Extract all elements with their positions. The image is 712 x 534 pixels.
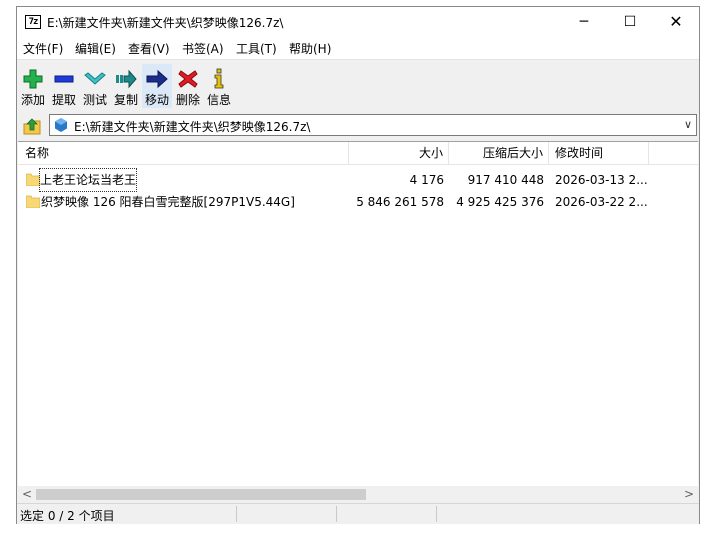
list-header: 名称 大小 压缩后大小 修改时间	[18, 142, 698, 165]
path-text: E:\新建文件夹\新建文件夹\织梦映像126.7z\	[74, 120, 311, 134]
horizontal-scrollbar[interactable]: < >	[18, 486, 698, 503]
menu-view[interactable]: 查看(V)	[128, 40, 170, 57]
window-title: E:\新建文件夹\新建文件夹\织梦映像126.7z\	[47, 16, 284, 30]
archive-icon	[55, 118, 67, 132]
column-modified-header[interactable]: 修改时间	[549, 142, 649, 164]
add-button[interactable]: 添加	[18, 64, 48, 108]
row-name: 上老王论坛当老王	[38, 168, 138, 192]
delete-label: 删除	[175, 93, 200, 107]
scroll-thumb[interactable]	[36, 489, 366, 500]
selection-status: 选定 0 / 2 个项目	[20, 509, 115, 523]
table-row[interactable]: 织梦映像 126 阳春白雪完整版[297P1V5.44G] 5 846 261 …	[18, 191, 698, 213]
row-modified: 2026-03-22 2...	[555, 195, 648, 209]
menu-tools[interactable]: 工具(T)	[236, 40, 277, 57]
menu-file[interactable]: 文件(F)	[23, 40, 63, 57]
row-size: 5 846 261 578	[356, 195, 444, 209]
test-label: 测试	[82, 93, 107, 107]
info-icon	[214, 68, 224, 89]
status-divider	[436, 506, 437, 522]
add-icon	[23, 69, 43, 89]
app-window: 7z E:\新建文件夹\新建文件夹\织梦映像126.7z\ ─ ☐ ✕ 文件(F…	[16, 6, 700, 524]
delete-icon	[178, 70, 198, 88]
row-name: 织梦映像 126 阳春白雪完整版[297P1V5.44G]	[41, 195, 295, 209]
up-folder-button[interactable]	[21, 115, 43, 137]
file-list[interactable]: 名称 大小 压缩后大小 修改时间 上老王论坛当老王 4 176 917 410 …	[18, 141, 698, 487]
column-packed-header[interactable]: 压缩后大小	[449, 142, 549, 164]
extract-button[interactable]: 提取	[49, 64, 79, 108]
folder-icon	[26, 195, 40, 208]
info-label: 信息	[206, 93, 231, 107]
copy-icon	[116, 69, 137, 89]
close-button[interactable]: ✕	[653, 7, 699, 37]
menu-bookmarks[interactable]: 书签(A)	[182, 40, 224, 57]
toolbar: 添加 提取 测试 复制 移动 删除 信息	[17, 59, 699, 110]
status-divider	[236, 506, 237, 522]
info-button[interactable]: 信息	[204, 64, 234, 108]
folder-icon	[26, 173, 40, 186]
copy-label: 复制	[113, 93, 138, 107]
minimize-button[interactable]: ─	[561, 7, 607, 37]
extract-label: 提取	[51, 93, 76, 107]
menu-bar: 文件(F) 编辑(E) 查看(V) 书签(A) 工具(T) 帮助(H)	[17, 37, 699, 59]
move-label: 移动	[144, 93, 169, 107]
add-label: 添加	[20, 93, 45, 107]
title-bar[interactable]: 7z E:\新建文件夹\新建文件夹\织梦映像126.7z\ ─ ☐ ✕	[17, 7, 699, 37]
move-button[interactable]: 移动	[142, 64, 172, 108]
copy-button[interactable]: 复制	[111, 64, 141, 108]
table-row[interactable]: 上老王论坛当老王 4 176 917 410 448 2026-03-13 2.…	[18, 168, 698, 192]
scroll-right-icon[interactable]: >	[684, 487, 694, 501]
address-bar: E:\新建文件夹\新建文件夹\织梦映像126.7z\ ∨	[17, 111, 699, 139]
move-icon	[146, 69, 168, 89]
path-combobox[interactable]: E:\新建文件夹\新建文件夹\织梦映像126.7z\ ∨	[49, 114, 697, 136]
status-bar: 选定 0 / 2 个项目	[17, 503, 699, 524]
maximize-button[interactable]: ☐	[607, 7, 653, 37]
column-name-header[interactable]: 名称	[18, 142, 349, 164]
test-button[interactable]: 测试	[80, 64, 110, 108]
column-size-header[interactable]: 大小	[349, 142, 449, 164]
extract-icon	[54, 75, 74, 83]
row-packed-size: 917 410 448	[467, 173, 544, 187]
row-size: 4 176	[409, 173, 444, 187]
app-7z-icon: 7z	[25, 15, 41, 29]
row-packed-size: 4 925 425 376	[456, 195, 544, 209]
menu-edit[interactable]: 编辑(E)	[75, 40, 116, 57]
test-icon	[84, 72, 106, 85]
row-modified: 2026-03-13 2...	[555, 173, 648, 187]
menu-help[interactable]: 帮助(H)	[289, 40, 331, 57]
scroll-left-icon[interactable]: <	[22, 487, 32, 501]
status-divider	[336, 506, 337, 522]
chevron-down-icon[interactable]: ∨	[684, 118, 692, 131]
delete-button[interactable]: 删除	[173, 64, 203, 108]
